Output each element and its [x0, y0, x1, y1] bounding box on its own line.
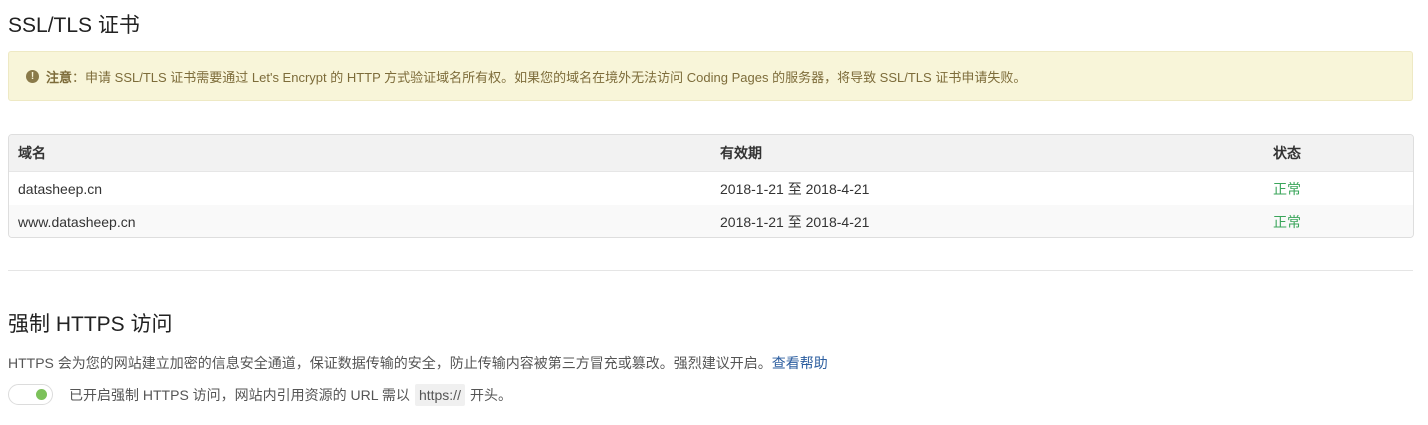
page: SSL/TLS 证书 ! 注意： 申请 SSL/TLS 证书需要通过 Let's…	[0, 0, 1428, 425]
table-row: datasheep.cn 2018-1-21 至 2018-4-21 正常	[9, 172, 1413, 205]
validity-cell: 2018-1-21 至 2018-4-21	[720, 213, 870, 230]
toggle-text-after: 开头。	[469, 387, 512, 403]
notice-text: 申请 SSL/TLS 证书需要通过 Let's Encrypt 的 HTTP 方…	[85, 69, 1027, 85]
toggle-status-text: 已开启强制 HTTPS 访问，网站内引用资源的 URL 需以 https:// …	[69, 383, 512, 407]
ssl-section-title: SSL/TLS 证书	[8, 14, 140, 37]
column-header-status: 状态	[1273, 145, 1301, 161]
table-row: www.datasheep.cn 2018-1-21 至 2018-4-21 正…	[9, 205, 1413, 237]
notice-separator: ：	[72, 69, 86, 85]
certificate-table: 域名 有效期 状态 datasheep.cn 2018-1-21 至 2018-…	[8, 134, 1414, 238]
domain-cell: datasheep.cn	[18, 180, 103, 197]
table-header-row: 域名 有效期 状态	[9, 135, 1413, 172]
toggle-knob	[36, 389, 47, 400]
help-link[interactable]: 查看帮助	[772, 355, 828, 371]
domain-cell: www.datasheep.cn	[18, 213, 136, 230]
https-prefix-code: https://	[414, 384, 465, 406]
https-description-text: HTTPS 会为您的网站建立加密的信息安全通道，保证数据传输的安全，防止传输内容…	[8, 355, 772, 371]
ssl-notice: ! 注意： 申请 SSL/TLS 证书需要通过 Let's Encrypt 的 …	[8, 51, 1413, 101]
validity-cell: 2018-1-21 至 2018-4-21	[720, 180, 870, 197]
status-cell: 正常	[1273, 180, 1301, 197]
column-header-validity: 有效期	[720, 145, 762, 161]
column-header-domain: 域名	[18, 145, 46, 161]
https-description: HTTPS 会为您的网站建立加密的信息安全通道，保证数据传输的安全，防止传输内容…	[8, 353, 828, 373]
toggle-text-before: 已开启强制 HTTPS 访问，网站内引用资源的 URL 需以	[69, 387, 410, 403]
exclamation-circle-icon: !	[26, 69, 39, 83]
https-section-title: 强制 HTTPS 访问	[8, 313, 173, 336]
force-https-toggle[interactable]	[8, 384, 53, 405]
notice-label: 注意	[46, 69, 73, 85]
status-cell: 正常	[1273, 213, 1301, 230]
section-divider	[8, 270, 1413, 271]
